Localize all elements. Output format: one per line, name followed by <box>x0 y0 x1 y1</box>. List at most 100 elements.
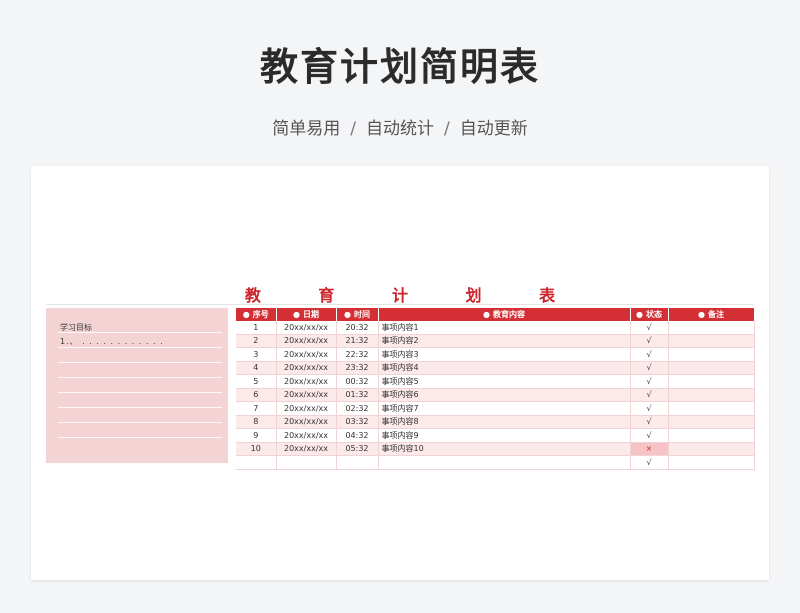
table-header-row: ● 序号 ● 日期 ● 时间 ● 教育内容 ● 状态 ● 备注 <box>236 308 755 321</box>
subtitle-part: 自动更新 <box>459 119 528 139</box>
cell-status[interactable]: √ <box>630 388 669 402</box>
table-row[interactable]: 10 20xx/xx/xx 05:32 事项内容10 × <box>236 442 755 456</box>
cell-note[interactable] <box>668 415 755 429</box>
cell-time[interactable] <box>336 455 379 470</box>
cell-date[interactable]: 20xx/xx/xx <box>276 321 337 335</box>
subtitle-separator: / <box>350 119 356 139</box>
cell-content[interactable]: 事项内容5 <box>378 374 631 389</box>
cell-date[interactable] <box>276 455 337 470</box>
goal-rule <box>58 437 222 438</box>
cell-time[interactable]: 22:32 <box>336 347 379 362</box>
title-divider <box>46 304 754 305</box>
bullet-icon: ● <box>242 310 250 319</box>
cell-date[interactable]: 20xx/xx/xx <box>276 415 337 429</box>
cell-status[interactable]: √ <box>630 334 669 348</box>
cell-note[interactable] <box>668 428 755 443</box>
cell-time[interactable]: 04:32 <box>336 428 379 443</box>
column-header-status[interactable]: ● 状态 <box>630 308 669 321</box>
cell-time[interactable]: 21:32 <box>336 334 379 348</box>
cell-note[interactable] <box>668 442 755 456</box>
cell-content[interactable]: 事项内容2 <box>378 334 631 348</box>
column-header-time[interactable]: ● 时间 <box>336 308 379 321</box>
cell-status[interactable]: √ <box>630 415 669 429</box>
cell-content[interactable] <box>378 455 631 470</box>
cell-content[interactable]: 事项内容10 <box>378 442 631 456</box>
table-row[interactable]: 5 20xx/xx/xx 00:32 事项内容5 √ <box>236 374 755 389</box>
cell-time[interactable]: 03:32 <box>336 415 379 429</box>
page-title: 教育计划简明表 <box>259 45 540 89</box>
table-row[interactable]: 1 20xx/xx/xx 20:32 事项内容1 √ <box>236 321 755 335</box>
cell-status[interactable]: √ <box>630 401 669 416</box>
cell-note[interactable] <box>668 334 755 348</box>
cell-no[interactable]: 7 <box>236 401 277 416</box>
cell-time[interactable]: 20:32 <box>336 321 379 335</box>
cell-no[interactable]: 4 <box>236 361 277 375</box>
cell-content[interactable]: 事项内容4 <box>378 361 631 375</box>
cell-content[interactable]: 事项内容3 <box>378 347 631 362</box>
cell-status[interactable]: √ <box>630 428 669 443</box>
cell-time[interactable]: 23:32 <box>336 361 379 375</box>
table-row[interactable]: 9 20xx/xx/xx 04:32 事项内容9 √ <box>236 428 755 443</box>
cell-date[interactable]: 20xx/xx/xx <box>276 388 337 402</box>
cell-no[interactable]: 9 <box>236 428 277 443</box>
cell-no[interactable]: 8 <box>236 415 277 429</box>
column-header-no[interactable]: ● 序号 <box>236 308 277 321</box>
cell-no[interactable]: 10 <box>236 442 277 456</box>
table-row[interactable]: 6 20xx/xx/xx 01:32 事项内容6 √ <box>236 388 755 402</box>
cell-note[interactable] <box>668 321 755 335</box>
cell-date[interactable]: 20xx/xx/xx <box>276 361 337 375</box>
cell-date[interactable]: 20xx/xx/xx <box>276 374 337 389</box>
sheet-title: 教 育 计 划 表 <box>244 286 582 305</box>
cell-no[interactable]: 3 <box>236 347 277 362</box>
cell-date[interactable]: 20xx/xx/xx <box>276 347 337 362</box>
cell-time[interactable]: 00:32 <box>336 374 379 389</box>
cell-time[interactable]: 02:32 <box>336 401 379 416</box>
cell-content[interactable]: 事项内容9 <box>378 428 631 443</box>
bullet-icon: ● <box>483 310 490 319</box>
cell-status[interactable]: √ <box>630 361 669 375</box>
goal-rule <box>58 332 222 333</box>
cell-content[interactable]: 事项内容8 <box>378 415 631 429</box>
cell-date[interactable]: 20xx/xx/xx <box>276 428 337 443</box>
cell-time[interactable]: 01:32 <box>336 388 379 402</box>
table-row[interactable]: 8 20xx/xx/xx 03:32 事项内容8 √ <box>236 415 755 429</box>
table-row[interactable]: 4 20xx/xx/xx 23:32 事项内容4 √ <box>236 361 755 375</box>
cell-status[interactable]: √ <box>630 321 669 335</box>
cell-note[interactable] <box>668 347 755 362</box>
subtitle-part: 简单易用 <box>272 119 341 139</box>
education-plan-table: ● 序号 ● 日期 ● 时间 ● 教育内容 ● 状态 ● 备注 1 20xx/xx/xx 20:… <box>236 308 755 470</box>
goal-rule <box>58 422 222 423</box>
cell-no[interactable]: 6 <box>236 388 277 402</box>
cell-note[interactable] <box>668 361 755 375</box>
cell-no[interactable]: 2 <box>236 334 277 348</box>
cell-time[interactable]: 05:32 <box>336 442 379 456</box>
cell-note[interactable] <box>668 455 755 470</box>
cell-content[interactable]: 事项内容7 <box>378 401 631 416</box>
cell-note[interactable] <box>668 401 755 416</box>
cell-status[interactable]: √ <box>630 455 669 470</box>
cell-note[interactable] <box>668 374 755 389</box>
cell-no[interactable]: 1 <box>236 321 277 335</box>
cell-date[interactable]: 20xx/xx/xx <box>276 442 337 456</box>
goal-line[interactable]: 1.、 . . . . . . . . . . . . <box>60 336 164 347</box>
cell-status[interactable]: × <box>630 442 669 456</box>
column-header-note[interactable]: ● 备注 <box>668 308 755 321</box>
table-row[interactable]: √ <box>236 455 755 470</box>
cell-note[interactable] <box>668 388 755 402</box>
cell-no[interactable] <box>236 455 277 470</box>
cell-status[interactable]: √ <box>630 374 669 389</box>
column-header-content[interactable]: ● 教育内容 <box>378 308 631 321</box>
column-header-date[interactable]: ● 日期 <box>276 308 337 321</box>
goal-rule <box>58 392 222 393</box>
table-row[interactable]: 2 20xx/xx/xx 21:32 事项内容2 √ <box>236 334 755 348</box>
cell-content[interactable]: 事项内容1 <box>378 321 631 335</box>
bullet-icon: ● <box>698 310 705 319</box>
bullet-icon: ● <box>293 310 300 319</box>
cell-no[interactable]: 5 <box>236 374 277 389</box>
cell-date[interactable]: 20xx/xx/xx <box>276 334 337 348</box>
table-row[interactable]: 3 20xx/xx/xx 22:32 事项内容3 √ <box>236 347 755 362</box>
cell-date[interactable]: 20xx/xx/xx <box>276 401 337 416</box>
cell-content[interactable]: 事项内容6 <box>378 388 631 402</box>
cell-status[interactable]: √ <box>630 347 669 362</box>
table-row[interactable]: 7 20xx/xx/xx 02:32 事项内容7 √ <box>236 401 755 416</box>
